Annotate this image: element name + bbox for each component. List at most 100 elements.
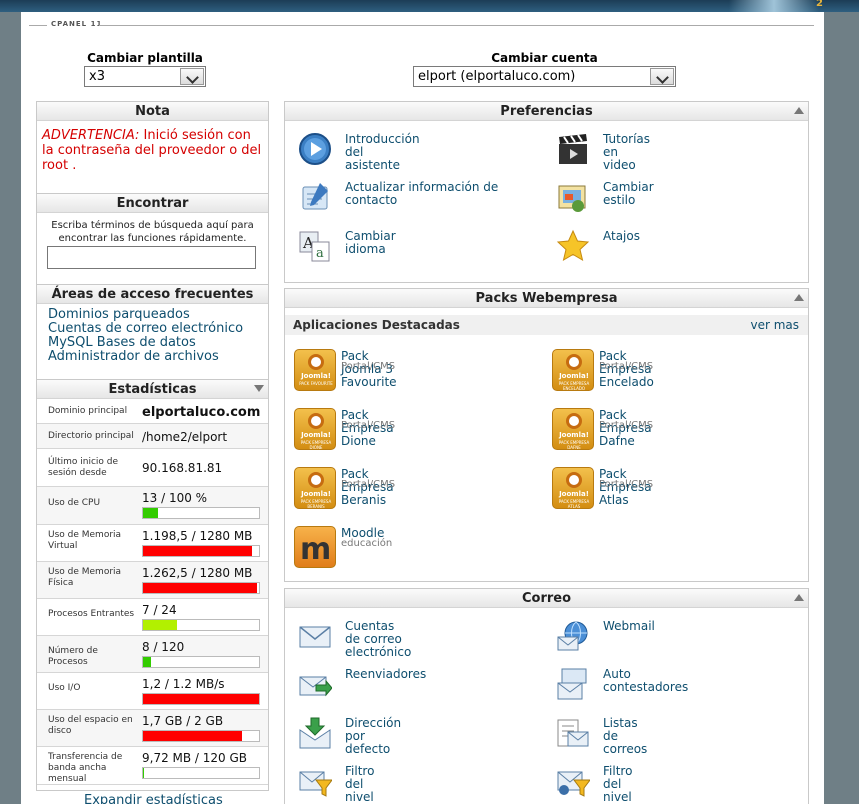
- usage-bar: [142, 693, 260, 705]
- packs-title: Packs Webempresa: [475, 291, 618, 306]
- stat-label: Uso I/O: [48, 683, 81, 693]
- stat-row: Directorio principal/home2/elport: [37, 424, 268, 449]
- featured-apps-title: Aplicaciones Destacadas: [293, 318, 460, 332]
- usage-bar: [142, 767, 260, 779]
- joomla-pack-icon: Joomla! PACK EMPRESA ENCELADO: [552, 349, 594, 391]
- stat-row: Último inicio de sesión desde 90.168.81.8…: [37, 449, 268, 487]
- play-circle-icon: [299, 133, 331, 165]
- stats-panel: Estadísticas Dominio principal elportaluc…: [36, 379, 269, 791]
- stat-value: 13 / 100 %: [142, 491, 208, 505]
- usage-bar: [142, 619, 260, 631]
- webmail-globe-icon: [557, 621, 588, 651]
- correo-header[interactable]: Correo: [285, 589, 808, 608]
- mail-label: Listas de correos: [603, 716, 648, 756]
- warning-prefix: ADVERTENCIA:: [42, 128, 140, 143]
- stat-label: Uso de CPU: [48, 498, 101, 508]
- frequent-link-parked-domains[interactable]: Dominios parqueados: [48, 308, 257, 322]
- pref-video-tutorials-label: Tutorías en video: [603, 132, 651, 172]
- frequent-header: Áreas de acceso frecuentes: [37, 285, 268, 304]
- moodle-icon: m: [294, 526, 336, 568]
- usage-bar-fill: [143, 508, 158, 518]
- featured-apps-subheader: Aplicaciones Destacadas ver mas: [285, 315, 808, 335]
- stat-row: Procesos Entrantes 7 / 24: [37, 599, 268, 636]
- star-icon: [556, 229, 590, 262]
- chevron-down-icon[interactable]: [180, 68, 204, 85]
- stat-label: Uso del espacio en disco: [48, 715, 133, 736]
- stat-value: 1,2 / 1.2 MB/s: [142, 677, 225, 691]
- user-filter-icon: [557, 771, 590, 797]
- mailing-list-icon: [557, 719, 589, 747]
- stat-row: Uso de Memoria Física 1.262,5 / 1280 MB: [37, 562, 268, 599]
- account-filter-icon: [299, 771, 332, 797]
- joomla-pack-icon: Joomla! PACK EMPRESA ATLAS: [552, 467, 594, 509]
- preferencias-header[interactable]: Preferencias: [285, 102, 808, 121]
- template-select-value: x3: [89, 69, 105, 84]
- stat-value: 1.198,5 / 1280 MB: [142, 529, 253, 543]
- stat-label: Uso de Memoria Virtual: [48, 530, 122, 551]
- packs-panel: Packs Webempresa Aplicaciones Destacadas…: [284, 288, 809, 582]
- stat-row: Transferencia de banda ancha mensual 9,72…: [37, 747, 268, 785]
- usage-bar-fill: [143, 694, 259, 704]
- find-title: Encontrar: [116, 196, 189, 211]
- collapse-arrow-icon[interactable]: [794, 294, 804, 301]
- preferencias-title: Preferencias: [500, 104, 593, 119]
- frequent-link-mysql[interactable]: MySQL Bases de datos: [48, 336, 257, 350]
- usage-bar: [142, 582, 260, 594]
- stat-label: Último inicio de sesión desde: [48, 457, 119, 478]
- preferencias-panel: Preferencias Introducción del asistente …: [284, 101, 809, 283]
- find-header: Encontrar: [37, 194, 268, 213]
- frequent-links: Dominios parqueados Cuentas de correo el…: [37, 304, 268, 368]
- top-banner: 2: [0, 0, 859, 12]
- nota-title: Nota: [135, 104, 170, 119]
- template-selector-label: Cambiar plantilla: [87, 51, 203, 65]
- usage-bar-fill: [143, 657, 151, 667]
- stat-label: Uso de Memoria Física: [48, 567, 122, 588]
- frequent-link-email-accounts[interactable]: Cuentas de correo electrónico: [48, 322, 257, 336]
- usage-bar: [142, 730, 260, 742]
- stat-label: Directorio principal: [48, 431, 134, 441]
- forward-mail-icon: [299, 676, 332, 697]
- mail-label: Reenviadores: [345, 667, 427, 681]
- find-panel: Encontrar Escriba términos de búsqueda a…: [36, 193, 269, 285]
- stats-header[interactable]: Estadísticas: [37, 380, 268, 399]
- template-select[interactable]: x3: [84, 66, 206, 87]
- usage-bar-fill: [143, 768, 144, 778]
- collapse-arrow-icon[interactable]: [254, 385, 264, 392]
- banner-swoosh: [729, 0, 819, 12]
- joomla-pack-icon: Joomla! PACK EMPRESA DIONE: [294, 408, 336, 450]
- mail-label: Auto contestadores: [603, 667, 689, 694]
- collapse-arrow-icon[interactable]: [794, 594, 804, 601]
- packs-header[interactable]: Packs Webempresa: [285, 289, 808, 308]
- default-address-icon: [299, 717, 331, 749]
- joomla-pack-icon: Joomla! PACK EMPRESA DAFNE: [552, 408, 594, 450]
- warning-message: ADVERTENCIA: Inició sesión con la contra…: [37, 121, 268, 180]
- usage-bar: [142, 507, 260, 519]
- stat-row: Dominio principal elportaluco.com: [37, 399, 268, 424]
- account-select[interactable]: elport (elportaluco.com): [413, 66, 676, 87]
- collapse-arrow-icon[interactable]: [794, 107, 804, 114]
- stat-label: Procesos Entrantes: [48, 609, 135, 619]
- contact-update-icon: [302, 183, 328, 210]
- mail-label: Filtro del nivel de cuenta: [345, 764, 375, 804]
- pack-category: Portal/CMS: [341, 420, 396, 431]
- stat-row: Uso I/O 1,2 / 1.2 MB/s: [37, 673, 268, 710]
- chevron-down-icon[interactable]: [650, 68, 674, 85]
- expand-stats-link[interactable]: Expandir estadísticas: [84, 793, 223, 804]
- find-hint: Escriba términos de búsqueda aquí para e…: [51, 220, 254, 244]
- stat-value: 7 / 24: [142, 603, 177, 617]
- nota-panel: Nota ADVERTENCIA: Inició sesión con la c…: [36, 101, 269, 196]
- search-input[interactable]: [47, 246, 256, 269]
- frequent-link-file-manager[interactable]: Administrador de archivos: [48, 350, 257, 364]
- stat-row: Número de Procesos 8 / 120: [37, 636, 268, 673]
- see-more-link[interactable]: ver mas: [750, 318, 799, 332]
- mail-label: Filtro del nivel de usuario: [603, 764, 633, 804]
- mail-label: Cuentas de correo electrónico: [345, 619, 412, 659]
- correo-title: Correo: [521, 591, 572, 606]
- stat-label: Número de Procesos: [48, 646, 98, 667]
- stat-value: 9,72 MB / 120 GB: [142, 751, 248, 765]
- pref-update-contact-label: Actualizar información de contacto: [345, 180, 499, 207]
- stat-value: /home2/elport: [142, 430, 228, 444]
- usage-bar-fill: [143, 731, 242, 741]
- version-rule-right: [99, 25, 814, 26]
- usage-bar-fill: [143, 620, 177, 630]
